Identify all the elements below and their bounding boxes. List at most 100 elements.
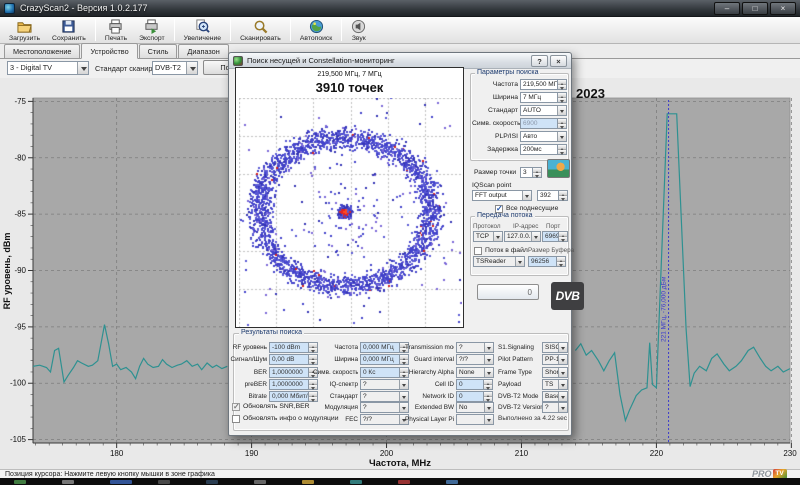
toolbar-button-print[interactable]: Печать [99, 18, 133, 43]
chevron-down-icon[interactable] [522, 191, 531, 200]
chevron-down-icon[interactable] [557, 132, 566, 141]
taskbar[interactable] [0, 478, 800, 485]
result-iq_spectrum-select[interactable]: ? [360, 379, 409, 390]
chevron-down-icon[interactable] [558, 380, 567, 389]
result-s1_signaling-select[interactable]: SISO [542, 342, 568, 353]
stream-file-checkbox[interactable] [474, 247, 482, 255]
chevron-down-icon[interactable] [493, 232, 502, 241]
toolbar-button-load[interactable]: Загрузить [3, 18, 46, 43]
result-guard_interval-select[interactable]: ?/? [456, 354, 494, 365]
reader-select[interactable]: TSReader [473, 256, 525, 267]
standard-select[interactable]: DVB-T2 [152, 61, 198, 75]
dialog-help-button[interactable]: ? [531, 55, 548, 67]
chevron-down-icon[interactable] [531, 232, 540, 241]
result-bitrate-input[interactable]: 0,000 Мбит/с [269, 391, 309, 402]
chevron-down-icon[interactable] [186, 62, 197, 74]
taskbar-icon[interactable] [254, 480, 266, 484]
result-dvbt2_mode-select[interactable]: Base [542, 391, 568, 402]
spinner-down-icon[interactable] [558, 85, 566, 89]
result-fec-select[interactable]: ?/? [360, 414, 409, 425]
param-delay-input-spinner[interactable] [558, 144, 567, 155]
taskbar-icon[interactable] [350, 480, 362, 484]
spinner-down-icon[interactable] [558, 124, 566, 128]
result-preber-input[interactable]: 1,0000000 [269, 379, 309, 390]
param-frequency-input[interactable]: 219,500 МГц [520, 79, 558, 90]
tab-device[interactable]: Устройство [81, 43, 137, 59]
chevron-down-icon[interactable] [558, 392, 567, 401]
result-snr-input[interactable]: 0,00 dB [269, 354, 309, 365]
point-size-input[interactable]: 3 [520, 167, 533, 178]
iqscan-select[interactable]: FFT output [472, 190, 532, 201]
tab-range[interactable]: Диапазон [178, 44, 228, 58]
result-pilot_pattern-select[interactable]: PP-1 [542, 354, 568, 365]
result-width-input[interactable]: 0,000 МГц [360, 354, 400, 365]
tab-style[interactable]: Стиль [139, 44, 178, 58]
taskbar-icon[interactable] [110, 480, 132, 484]
param-standard-select[interactable]: AUTO [520, 105, 567, 116]
taskbar-icon[interactable] [62, 480, 74, 484]
chevron-down-icon[interactable] [484, 355, 493, 364]
spinner-down-icon[interactable] [559, 237, 567, 241]
chevron-down-icon[interactable] [77, 62, 88, 74]
param-width-input-spinner[interactable] [558, 92, 567, 103]
chevron-down-icon[interactable] [557, 106, 566, 115]
update-modulation-checkbox[interactable] [232, 415, 240, 423]
buffer-input-spinner[interactable] [557, 256, 566, 267]
result-cell_id-input[interactable]: 0 [456, 379, 484, 390]
result-plp_pipes-select[interactable] [456, 414, 494, 425]
chevron-down-icon[interactable] [484, 343, 493, 352]
toolbar-button-save[interactable]: Сохранить [46, 18, 92, 43]
taskbar-icon[interactable] [14, 480, 26, 484]
chevron-down-icon[interactable] [558, 368, 567, 377]
result-network_id-input[interactable]: 0 [456, 391, 484, 402]
taskbar-icon[interactable] [446, 480, 458, 484]
param-symbol_rate-input-spinner[interactable] [558, 118, 567, 129]
result-ber-input[interactable]: 1,0000000 [269, 367, 309, 378]
port-input[interactable]: 6969 [542, 231, 559, 242]
taskbar-icon[interactable] [206, 480, 218, 484]
toolbar-button-autosearch[interactable]: Автопоиск [294, 18, 338, 43]
result-symbol_rate-input[interactable]: 0 Кс [360, 367, 400, 378]
result-frame_type-select[interactable]: Short [542, 367, 568, 378]
result-extended_bw-select[interactable]: No [456, 402, 494, 413]
chevron-down-icon[interactable] [515, 257, 524, 266]
toolbar-button-zoom[interactable]: Увеличение [178, 18, 227, 43]
tab-location[interactable]: Местоположение [4, 44, 80, 58]
spinner-down-icon[interactable] [484, 385, 492, 389]
point-size-input-spinner[interactable] [533, 167, 542, 178]
result-network_id-input-spinner[interactable] [484, 391, 493, 402]
iqscan-count-input-spinner[interactable] [559, 190, 568, 201]
result-payload-select[interactable]: TS [542, 379, 568, 390]
minimize-button[interactable]: – [714, 2, 740, 15]
taskbar-icon[interactable] [302, 480, 314, 484]
result-modulation-select[interactable]: ? [360, 402, 409, 413]
result-frequency-input[interactable]: 0,000 МГц [360, 342, 400, 353]
chevron-down-icon[interactable] [558, 343, 567, 352]
spinner-down-icon[interactable] [559, 196, 567, 200]
port-input-spinner[interactable] [559, 231, 568, 242]
device-select[interactable]: 3 - Digital TV [7, 61, 89, 75]
taskbar-icon[interactable] [158, 480, 170, 484]
spinner-down-icon[interactable] [558, 150, 566, 154]
result-rf_level-input[interactable]: -100 dBm [269, 342, 309, 353]
scan-art-icon[interactable] [547, 159, 570, 178]
param-frequency-input-spinner[interactable] [558, 79, 567, 90]
param-symbol_rate-input[interactable]: 6900 [520, 118, 558, 129]
param-plp_isi-select[interactable]: Авто [520, 131, 567, 142]
chevron-down-icon[interactable] [558, 403, 567, 412]
close-button[interactable]: × [770, 2, 796, 15]
update-snr-checkbox[interactable]: ✓ [232, 403, 240, 411]
taskbar-icon[interactable] [398, 480, 410, 484]
ip-select[interactable]: 127.0.0.1 [504, 231, 541, 242]
dialog-close-button[interactable]: × [550, 55, 567, 67]
buffer-input[interactable]: 96256 [528, 256, 557, 267]
spinner-down-icon[interactable] [533, 173, 541, 177]
result-transmission_mode-select[interactable]: ? [456, 342, 494, 353]
spinner-down-icon[interactable] [558, 98, 566, 102]
chevron-down-icon[interactable] [484, 415, 493, 424]
toolbar-button-export[interactable]: Экспорт [133, 18, 171, 43]
maximize-button[interactable]: □ [742, 2, 768, 15]
result-hierarchy_alpha-select[interactable]: None [456, 367, 494, 378]
param-delay-input[interactable]: 200мс [520, 144, 558, 155]
spinner-down-icon[interactable] [484, 397, 492, 401]
